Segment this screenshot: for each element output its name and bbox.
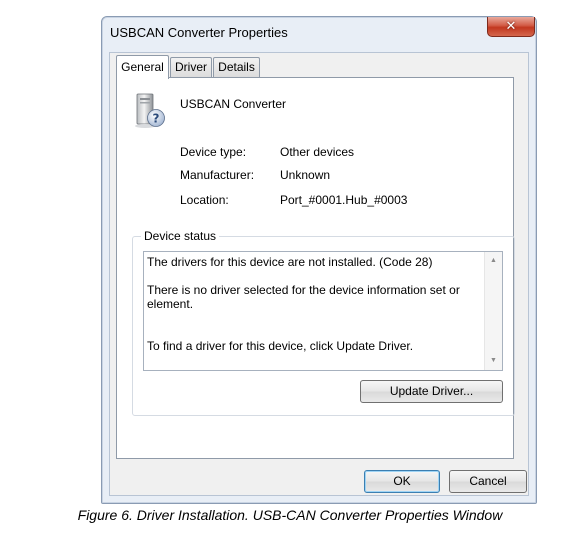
- status-line-instructions: To find a driver for this device, click …: [147, 339, 414, 353]
- tab-driver[interactable]: Driver: [170, 57, 212, 77]
- figure-caption: Figure 6. Driver Installation. USB-CAN C…: [77, 507, 503, 523]
- status-scrollbar[interactable]: ▲ ▼: [484, 252, 502, 370]
- update-driver-button[interactable]: Update Driver...: [360, 380, 503, 403]
- general-tab-panel: ? USBCAN Converter Device type: Other de…: [116, 77, 515, 459]
- device-type-label: Device type:: [180, 145, 247, 159]
- device-status-group: Device status The drivers for this devic…: [132, 229, 515, 416]
- ok-button-label: OK: [393, 474, 411, 488]
- location-value: Port_#0001.Hub_#0003: [280, 193, 408, 207]
- scroll-up-arrow-icon[interactable]: ▲: [485, 254, 502, 268]
- tab-general-label: General: [121, 60, 164, 74]
- device-status-label: Device status: [141, 229, 220, 243]
- tab-general[interactable]: General: [116, 55, 169, 79]
- svg-text:?: ?: [153, 112, 160, 126]
- tab-details-label: Details: [218, 60, 255, 74]
- device-status-textbox[interactable]: The drivers for this device are not inst…: [143, 251, 503, 371]
- title-bar[interactable]: USBCAN Converter Properties ✕: [102, 17, 536, 47]
- manufacturer-value: Unknown: [280, 168, 331, 182]
- tab-details[interactable]: Details: [213, 57, 260, 77]
- device-name: USBCAN Converter: [180, 97, 287, 111]
- tab-driver-label: Driver: [175, 60, 207, 74]
- cancel-button[interactable]: Cancel: [449, 470, 527, 493]
- update-driver-button-label: Update Driver...: [389, 384, 474, 398]
- device-type-value: Other devices: [280, 145, 355, 159]
- cancel-button-label: Cancel: [469, 474, 507, 488]
- close-icon: ✕: [505, 19, 517, 34]
- manufacturer-label: Manufacturer:: [180, 168, 255, 182]
- properties-window: USBCAN Converter Properties ✕ General Dr…: [101, 16, 537, 504]
- scroll-down-arrow-icon[interactable]: ▼: [485, 354, 502, 368]
- location-label: Location:: [180, 193, 229, 207]
- status-line-no-driver: There is no driver selected for the devi…: [147, 283, 460, 311]
- unknown-device-icon: ?: [135, 93, 165, 128]
- window-title: USBCAN Converter Properties: [110, 25, 288, 40]
- close-button[interactable]: ✕: [487, 17, 535, 37]
- status-line-code: The drivers for this device are not inst…: [147, 255, 433, 269]
- ok-button[interactable]: OK: [364, 470, 440, 493]
